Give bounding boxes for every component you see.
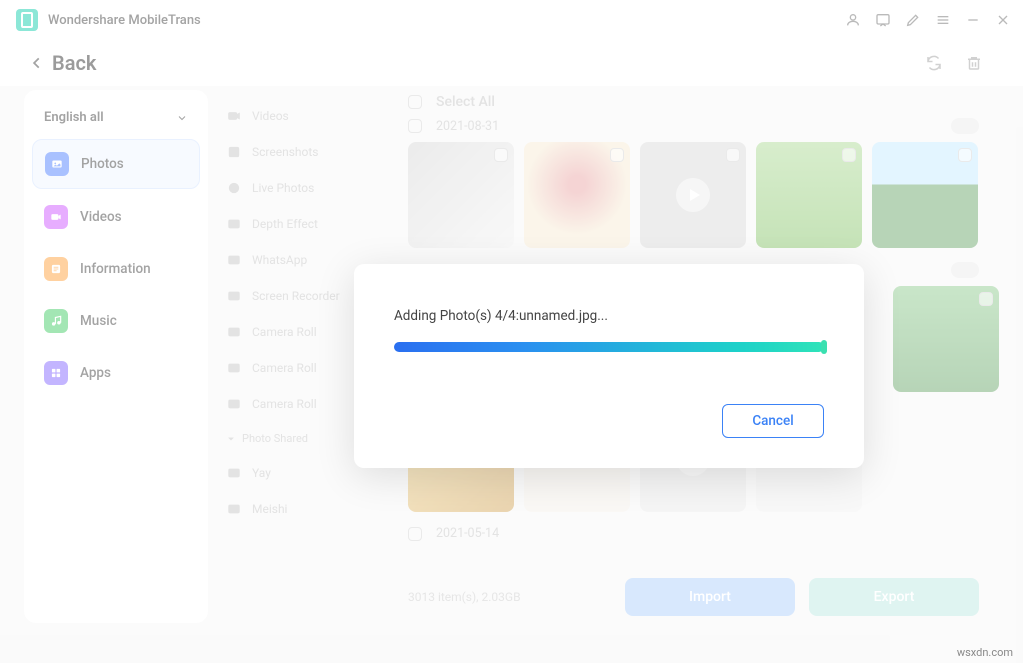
- import-button[interactable]: Import: [625, 578, 795, 616]
- album-livephotos[interactable]: Live Photos: [218, 170, 384, 206]
- category-label: Music: [80, 313, 117, 329]
- chevron-down-icon: [176, 112, 188, 124]
- close-icon[interactable]: [995, 12, 1011, 28]
- album-meishi[interactable]: Meishi: [218, 491, 384, 527]
- dialog-actions: Cancel: [394, 404, 824, 438]
- category-apps[interactable]: Apps: [32, 349, 200, 397]
- action-buttons: Import Export: [625, 578, 979, 616]
- album-label: WhatsApp: [252, 253, 307, 267]
- refresh-icon[interactable]: [925, 54, 943, 72]
- album-label: Screenshots: [252, 145, 318, 159]
- date-count-badge: [951, 262, 979, 278]
- category-information[interactable]: Information: [32, 245, 200, 293]
- language-dropdown[interactable]: English all: [32, 106, 200, 139]
- play-icon: [676, 178, 710, 212]
- video-thumb[interactable]: [640, 142, 746, 248]
- thumb-checkbox[interactable]: [726, 148, 740, 162]
- category-videos[interactable]: Videos: [32, 193, 200, 241]
- photo-thumb[interactable]: [524, 142, 630, 248]
- photo-thumb[interactable]: [893, 286, 999, 392]
- album-label: Yay: [252, 466, 271, 480]
- thumb-checkbox[interactable]: [958, 148, 972, 162]
- select-all-checkbox[interactable]: [408, 95, 422, 109]
- chevron-left-icon: [30, 56, 44, 70]
- thumb-checkbox[interactable]: [842, 148, 856, 162]
- thumb-checkbox[interactable]: [610, 148, 624, 162]
- toolbar-actions: [925, 54, 983, 72]
- photo-grid-1: [408, 142, 999, 248]
- dropdown-label: English all: [44, 110, 104, 125]
- dialog-message: Adding Photo(s) 4/4:unnamed.jpg...: [394, 308, 824, 324]
- date-group-2: 2021-05-14: [408, 526, 999, 541]
- album-label: Depth Effect: [252, 217, 318, 231]
- information-icon: [44, 257, 68, 281]
- minimize-icon[interactable]: [965, 12, 981, 28]
- album-section-label: Photo Shared: [242, 432, 308, 445]
- menu-icon[interactable]: [935, 12, 951, 28]
- album-screenshots[interactable]: Screenshots: [218, 134, 384, 170]
- export-button[interactable]: Export: [809, 578, 979, 616]
- edit-icon[interactable]: [905, 12, 921, 28]
- back-bar: Back: [0, 40, 1023, 86]
- music-icon: [44, 309, 68, 333]
- item-stats: 3013 item(s), 2.03GB: [408, 590, 521, 604]
- sidebar-categories: English all Photos Videos Information: [24, 90, 208, 623]
- album-label: Camera Roll: [252, 325, 317, 339]
- category-music[interactable]: Music: [32, 297, 200, 345]
- app-logo-icon: [16, 9, 38, 31]
- cancel-button[interactable]: Cancel: [722, 404, 824, 438]
- date-checkbox[interactable]: [408, 527, 422, 541]
- album-label: Videos: [252, 109, 289, 123]
- category-label: Apps: [80, 365, 111, 381]
- apps-icon: [44, 361, 68, 385]
- select-all-row: Select All: [408, 94, 999, 110]
- album-videos[interactable]: Videos: [218, 98, 384, 134]
- album-label: Camera Roll: [252, 397, 317, 411]
- bottom-bar: 3013 item(s), 2.03GB Import Export: [408, 571, 979, 623]
- feedback-icon[interactable]: [875, 12, 891, 28]
- album-label: Live Photos: [252, 181, 314, 195]
- album-deptheffect[interactable]: Depth Effect: [218, 206, 384, 242]
- watermark: wsxdn.com: [957, 646, 1013, 659]
- album-label: Screen Recorder: [252, 289, 340, 303]
- category-photos[interactable]: Photos: [32, 139, 200, 189]
- delete-icon[interactable]: [965, 54, 983, 72]
- titlebar: Wondershare MobileTrans: [0, 0, 1023, 40]
- album-label: Camera Roll: [252, 361, 317, 375]
- videos-icon: [44, 205, 68, 229]
- category-label: Videos: [80, 209, 122, 225]
- back-button[interactable]: Back: [30, 51, 96, 75]
- back-label: Back: [52, 51, 96, 75]
- thumb-checkbox[interactable]: [494, 148, 508, 162]
- titlebar-actions: [845, 12, 1011, 28]
- date-group-1: 2021-08-31: [408, 118, 999, 134]
- select-all-label: Select All: [436, 94, 495, 110]
- progress-dialog: Adding Photo(s) 4/4:unnamed.jpg... Cance…: [354, 264, 864, 468]
- photo-thumb[interactable]: [872, 142, 978, 248]
- category-label: Information: [80, 261, 151, 277]
- date-label: 2021-05-14: [436, 526, 499, 541]
- photos-icon: [45, 152, 69, 176]
- date-count-badge: [951, 118, 979, 134]
- photo-thumb[interactable]: [756, 142, 862, 248]
- app-title: Wondershare MobileTrans: [48, 13, 201, 28]
- thumb-checkbox[interactable]: [979, 292, 993, 306]
- user-icon[interactable]: [845, 12, 861, 28]
- date-checkbox[interactable]: [408, 119, 422, 133]
- date-label: 2021-08-31: [436, 119, 499, 134]
- progress-bar: [394, 342, 824, 352]
- category-label: Photos: [81, 156, 124, 172]
- photo-thumb[interactable]: [408, 142, 514, 248]
- album-label: Meishi: [252, 502, 287, 516]
